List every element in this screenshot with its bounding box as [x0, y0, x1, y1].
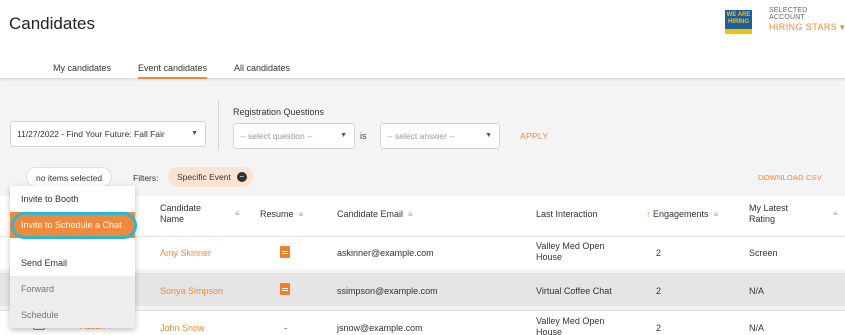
selection-count-pill: no items selected: [26, 167, 113, 187]
candidate-email: ssimpson@example.com: [337, 286, 438, 296]
chevron-down-icon: ▼: [340, 132, 347, 139]
latest-rating: N/A: [749, 323, 765, 333]
engagements-count: 2: [656, 286, 662, 296]
selected-account-label: SELECTED ACCOUNT: [769, 7, 808, 21]
answer-select[interactable]: -- select answer -- ▼: [380, 123, 500, 149]
filter-icon[interactable]: ≡: [299, 210, 304, 219]
account-logo: WE ARE HIRING: [725, 10, 752, 34]
engagements-count: 2: [656, 323, 662, 333]
filter-icon[interactable]: ≡: [833, 209, 838, 218]
apply-button[interactable]: APPLY: [520, 131, 548, 141]
event-select-value: 11/27/2022 - Find Your Future: Fall Fair: [17, 129, 165, 139]
candidate-email: jsnow@example.com: [337, 323, 423, 333]
candidate-tabs: My candidates Event candidates All candi…: [0, 55, 845, 79]
column-last-interaction[interactable]: Last Interaction: [536, 209, 598, 220]
candidate-email: askinner@example.com: [337, 248, 434, 258]
filter-icon[interactable]: ≡: [408, 210, 413, 219]
filter-icon[interactable]: ≡: [714, 210, 719, 219]
menu-item-invite-to-schedule-chat[interactable]: Invite to Schedule a Chat: [10, 212, 135, 238]
answer-select-value: -- select answer --: [387, 131, 456, 141]
divider: [218, 100, 219, 150]
tab-all-candidates[interactable]: All candidates: [234, 63, 290, 77]
registration-questions-label: Registration Questions: [233, 107, 325, 117]
active-filter-chip: Specific Event −: [168, 167, 253, 187]
filters-label: Filters:: [133, 173, 159, 183]
chevron-down-icon: ▼: [191, 130, 198, 137]
menu-item-send-email[interactable]: Send Email: [10, 250, 135, 276]
latest-rating: Screen: [749, 248, 778, 258]
download-csv-button[interactable]: DOWNLOAD CSV: [758, 173, 822, 182]
column-candidate-email[interactable]: Candidate Email ≡: [337, 209, 413, 220]
column-latest-rating[interactable]: My Latest Rating: [749, 203, 809, 225]
chevron-down-icon: ▼: [485, 132, 492, 139]
active-filter-label: Specific Event: [177, 172, 231, 182]
page-header: Candidates WE ARE HIRING SELECTED ACCOUNT…: [0, 0, 845, 55]
candidate-name-link[interactable]: John Snow: [160, 323, 205, 334]
is-label: is: [360, 131, 367, 141]
sort-ascending-icon: ↑: [646, 209, 651, 219]
column-candidate-name[interactable]: Candidate Name: [160, 203, 220, 225]
last-interaction: Valley Med Open House: [536, 241, 605, 262]
action-menu: Invite to Booth Invite to Schedule a Cha…: [10, 186, 135, 328]
menu-item-schedule: Schedule: [10, 302, 135, 328]
page-title: Candidates: [9, 14, 96, 33]
filter-icon[interactable]: ≡: [235, 209, 240, 218]
document-icon[interactable]: [280, 246, 290, 258]
latest-rating: N/A: [749, 286, 765, 296]
document-icon[interactable]: [280, 283, 290, 295]
question-select-value: -- select question --: [240, 131, 313, 141]
event-select[interactable]: 11/27/2022 - Find Your Future: Fall Fair…: [10, 121, 206, 147]
question-select[interactable]: -- select question -- ▼: [233, 123, 355, 149]
no-resume: -: [284, 323, 287, 333]
last-interaction: Virtual Coffee Chat: [536, 286, 612, 296]
tab-event-candidates[interactable]: Event candidates: [138, 63, 208, 79]
column-resume[interactable]: Resume ≡: [260, 209, 303, 220]
last-interaction: Valley Med Open House: [536, 316, 605, 335]
candidate-name-link[interactable]: Amy Skinner: [160, 248, 211, 259]
engagements-count: 2: [656, 248, 662, 258]
candidate-name-link[interactable]: Sonya Simpson: [160, 286, 223, 297]
remove-filter-icon[interactable]: −: [236, 172, 247, 182]
menu-item-invite-to-booth[interactable]: Invite to Booth: [10, 186, 135, 212]
menu-item-forward: Forward: [10, 276, 135, 302]
column-engagements[interactable]: ↑ Engagements ≡: [646, 209, 718, 220]
tab-my-candidates[interactable]: My candidates: [53, 63, 111, 77]
account-switcher[interactable]: HIRING STARS ▾: [769, 22, 845, 33]
